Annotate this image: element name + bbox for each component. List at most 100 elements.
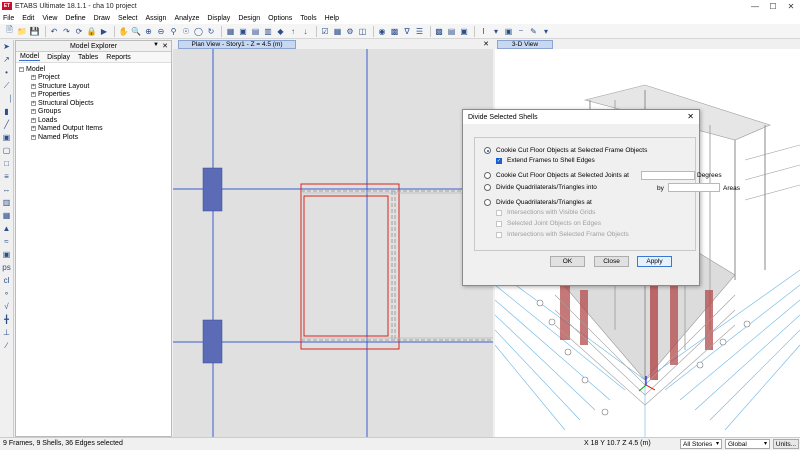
- tree-item-properties[interactable]: + Properties: [19, 91, 171, 100]
- units-button[interactable]: Units...: [773, 439, 799, 449]
- draw-dimension-icon[interactable]: ↔: [1, 184, 12, 195]
- expand-icon[interactable]: +: [31, 109, 36, 115]
- zoom-window-icon[interactable]: 🔍: [131, 26, 142, 37]
- deformed-shape-icon[interactable]: ▩: [389, 26, 400, 37]
- checkbox-visible-grids[interactable]: [496, 209, 502, 216]
- rotate-icon[interactable]: ↻: [206, 26, 217, 37]
- zoom-full-icon[interactable]: ◯: [193, 26, 204, 37]
- maximize-icon[interactable]: ☐: [764, 0, 782, 12]
- draw-joint-icon[interactable]: •: [1, 67, 12, 78]
- forces-icon[interactable]: ∇: [402, 26, 413, 37]
- coordinate-system-select[interactable]: Global ▾: [725, 439, 770, 449]
- draw-frame-icon[interactable]: ⟋: [1, 80, 12, 91]
- menu-design[interactable]: Design: [238, 15, 260, 22]
- plan-view-tab[interactable]: Plan View - Story1 - Z = 4.5 (m): [178, 40, 296, 49]
- story-select[interactable]: All Stories ▾: [680, 439, 722, 449]
- grid-icon[interactable]: ▦: [332, 26, 343, 37]
- draw-beam-icon[interactable]: ⎹: [1, 93, 12, 104]
- menu-file[interactable]: File: [3, 15, 14, 22]
- option-visible-grids[interactable]: Intersections with Visible Grids: [496, 209, 595, 216]
- extrude-icon[interactable]: ◫: [357, 26, 368, 37]
- object-shrink-icon[interactable]: ⚙: [345, 26, 356, 37]
- tab-reports[interactable]: Reports: [105, 54, 132, 61]
- menu-define[interactable]: Define: [65, 15, 85, 22]
- undo-icon[interactable]: ↶: [49, 26, 60, 37]
- tab-display[interactable]: Display: [46, 54, 71, 61]
- snap-joints-icon[interactable]: ∘: [1, 288, 12, 299]
- snap-perpendicular-icon[interactable]: ⊥: [1, 327, 12, 338]
- option-divide-into[interactable]: Divide Quadrilaterals/Triangles into: [484, 184, 597, 191]
- plan-view-window[interactable]: Plan View - Story1 - Z = 4.5 (m) ✕: [173, 40, 493, 437]
- radio-divide-at[interactable]: [484, 199, 491, 206]
- radio-cookie-cut-frames[interactable]: [484, 147, 491, 154]
- menu-view[interactable]: View: [42, 15, 57, 22]
- option-extend-frames[interactable]: ✓ Extend Frames to Shell Edges: [496, 157, 595, 164]
- display-options-icon[interactable]: ◉: [377, 26, 388, 37]
- tree-item-project[interactable]: + Project: [19, 74, 171, 83]
- menu-display[interactable]: Display: [207, 15, 230, 22]
- menu-draw[interactable]: Draw: [94, 15, 110, 22]
- frame-section-icon[interactable]: ▣: [503, 26, 514, 37]
- ok-button[interactable]: OK: [550, 256, 585, 267]
- menu-assign[interactable]: Assign: [145, 15, 166, 22]
- checkbox-frame-objects[interactable]: [496, 231, 502, 238]
- close-button[interactable]: Close: [594, 256, 629, 267]
- perspective-icon[interactable]: ◆: [275, 26, 286, 37]
- tree-root-model[interactable]: − Model: [19, 65, 171, 74]
- draw-opening-icon[interactable]: □: [1, 158, 12, 169]
- snap-intersection-icon[interactable]: ╋: [1, 314, 12, 325]
- 3d-view-tab[interactable]: 3-D View: [497, 40, 553, 49]
- zoom-in-icon[interactable]: ⊕: [143, 26, 154, 37]
- redo-icon[interactable]: ↷: [61, 26, 72, 37]
- view-yz-icon[interactable]: ▥: [263, 26, 274, 37]
- pan-icon[interactable]: ✋: [118, 26, 129, 37]
- move-up-icon[interactable]: ↑: [288, 26, 299, 37]
- draw-tendon-icon[interactable]: ≈: [1, 236, 12, 247]
- menu-edit[interactable]: Edit: [22, 15, 34, 22]
- tree-item-named-plots[interactable]: + Named Plots: [19, 133, 171, 142]
- checkbox-extend-frames[interactable]: ✓: [496, 157, 502, 164]
- plan-view-canvas[interactable]: [173, 40, 493, 437]
- close-window-icon[interactable]: ✕: [782, 0, 800, 12]
- option-cookie-cut-joints[interactable]: Cookie Cut Floor Objects at Selected Joi…: [484, 172, 629, 179]
- tree-item-loads[interactable]: + Loads: [19, 116, 171, 125]
- draw-section-cut-icon[interactable]: ▥: [1, 197, 12, 208]
- radio-cookie-cut-joints[interactable]: [484, 172, 491, 179]
- apply-button[interactable]: Apply: [637, 256, 672, 267]
- pin-dropdown-icon[interactable]: ▼: [153, 42, 159, 48]
- close-view-icon[interactable]: ✕: [483, 40, 489, 48]
- view-3d-icon[interactable]: ▦: [225, 26, 236, 37]
- draw-reference-point-icon[interactable]: ▲: [1, 223, 12, 234]
- concrete-design-icon[interactable]: ▩: [434, 26, 445, 37]
- move-down-icon[interactable]: ↓: [300, 26, 311, 37]
- option-divide-at[interactable]: Divide Quadrilaterals/Triangles at: [484, 199, 592, 206]
- menu-options[interactable]: Options: [268, 15, 292, 22]
- reshape-icon[interactable]: ↗: [1, 54, 12, 65]
- select-previous-icon[interactable]: ps: [1, 262, 12, 273]
- text-cursor-icon[interactable]: I: [478, 26, 489, 37]
- areas-input[interactable]: [668, 183, 720, 192]
- view-xz-icon[interactable]: ▤: [250, 26, 261, 37]
- expand-icon[interactable]: +: [31, 100, 36, 106]
- menu-select[interactable]: Select: [118, 15, 137, 22]
- checkbox-icon[interactable]: ☑: [320, 26, 331, 37]
- draw-wall-icon[interactable]: ▣: [1, 132, 12, 143]
- select-all-icon[interactable]: ▣: [1, 249, 12, 260]
- snap-lines-icon[interactable]: ∕: [1, 340, 12, 351]
- view-xy-icon[interactable]: ▣: [238, 26, 249, 37]
- zoom-extents-icon[interactable]: ⚲: [168, 26, 179, 37]
- stress-icon[interactable]: ☰: [414, 26, 425, 37]
- steel-design-icon[interactable]: ▤: [446, 26, 457, 37]
- open-folder-icon[interactable]: 📁: [17, 26, 28, 37]
- expand-icon[interactable]: +: [31, 75, 36, 81]
- collapse-icon[interactable]: −: [19, 66, 24, 72]
- tree-item-named-output-items[interactable]: + Named Output Items: [19, 125, 171, 134]
- tab-tables[interactable]: Tables: [77, 54, 99, 61]
- expand-icon[interactable]: +: [31, 92, 36, 98]
- draw-brace-icon[interactable]: ╱: [1, 119, 12, 130]
- more-dropdown-icon[interactable]: ▾: [541, 26, 552, 37]
- expand-icon[interactable]: +: [31, 117, 36, 123]
- clear-selection-icon[interactable]: cl: [1, 275, 12, 286]
- minimize-icon[interactable]: —: [746, 0, 764, 12]
- option-cookie-cut-frames[interactable]: Cookie Cut Floor Objects at Selected Fra…: [484, 147, 647, 154]
